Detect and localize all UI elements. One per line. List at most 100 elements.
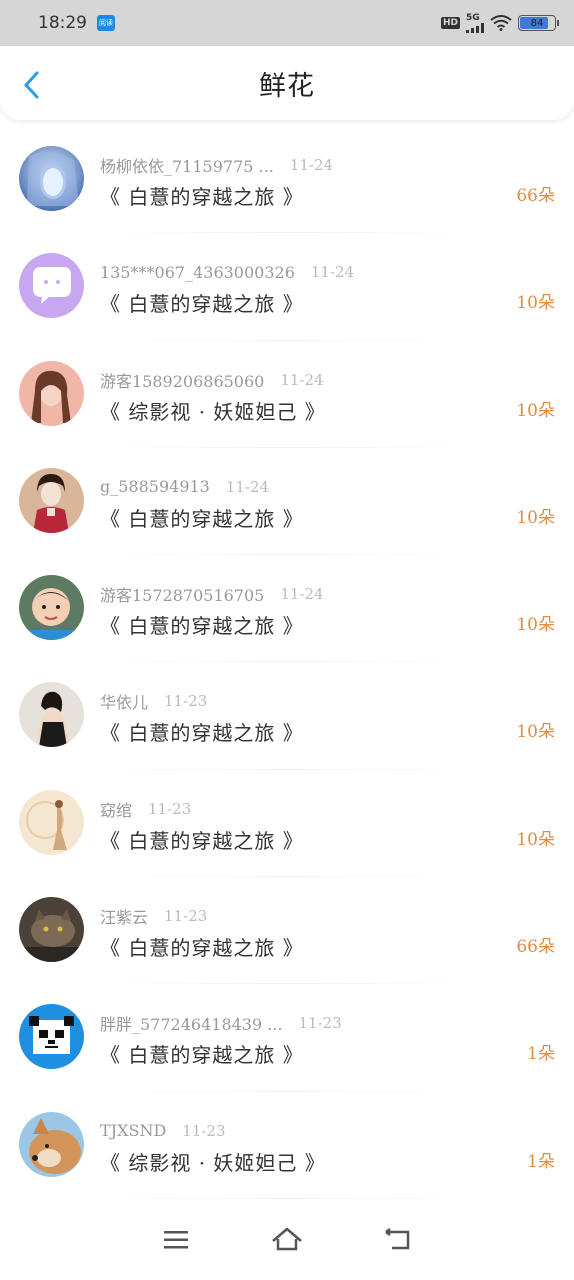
battery-level: 84 (530, 17, 544, 29)
app-notification-icon: 阅读 (97, 15, 115, 31)
back-nav-button[interactable] (380, 1222, 416, 1258)
item-text: g_588594913 11-24 《 白薏的穿越之旅 》 (100, 475, 484, 532)
hd-icon: HD (440, 17, 460, 29)
menu-button[interactable] (158, 1222, 194, 1258)
avatar (19, 789, 84, 855)
avatar (19, 146, 84, 211)
list-item[interactable]: 游客1572870516705 11-24 《 白薏的穿越之旅 》 10朵 (0, 555, 574, 663)
book-title: 《 白薏的穿越之旅 》 (100, 614, 304, 639)
status-bar: 18:29 阅读 HD 5G 84 (0, 0, 574, 46)
book-title: 《 综影视 · 妖姬妲己 》 (100, 399, 326, 424)
username: 杨柳依依_71159775 ... (100, 157, 274, 176)
item-text: 135***067_4363000326 11-24 《 白薏的穿越之旅 》 (100, 260, 484, 317)
header: 鲜花 (0, 46, 574, 120)
gift-date: 11-24 (225, 477, 270, 496)
item-meta: 135***067_4363000326 11-24 (100, 260, 484, 284)
book-title: 《 白薏的穿越之旅 》 (100, 936, 304, 961)
avatar (19, 575, 84, 641)
item-text: 胖胖_577246418439 ... 11-23 《 白薏的穿越之旅 》 (100, 1011, 484, 1068)
list-item[interactable]: g_588594913 11-24 《 白薏的穿越之旅 》 10朵 (0, 448, 574, 556)
flower-count: 10朵 (516, 293, 555, 314)
list-item[interactable]: 杨柳依依_71159775 ... 11-24 《 白薏的穿越之旅 》 66朵 (0, 126, 574, 234)
book-title: 《 综影视 · 妖姬妲己 》 (100, 1150, 326, 1175)
back-arrow-icon (385, 1228, 410, 1250)
list-item[interactable]: 华依儿 11-23 《 白薏的穿越之旅 》 10朵 (0, 662, 574, 770)
home-button[interactable] (269, 1222, 305, 1258)
item-text: 杨柳依依_71159775 ... 11-24 《 白薏的穿越之旅 》 (100, 153, 484, 210)
page-title: 鲜花 (259, 70, 315, 102)
item-meta: 胖胖_577246418439 ... 11-23 (100, 1011, 484, 1035)
divider (100, 1197, 474, 1199)
flower-count: 66朵 (516, 186, 555, 206)
avatar (19, 1111, 84, 1177)
list-item[interactable]: TJXSND 11-23 《 综影视 · 妖姬妲己 》 1朵 (0, 1092, 574, 1199)
item-text: 游客1589206865060 11-24 《 综影视 · 妖姬妲己 》 (100, 368, 484, 425)
menu-icon (163, 1231, 188, 1249)
book-title: 《 白薏的穿越之旅 》 (100, 185, 304, 209)
item-text: TJXSND 11-23 《 综影视 · 妖姬妲己 》 (100, 1119, 484, 1176)
gift-date: 11-23 (298, 1014, 342, 1033)
list-item[interactable]: 窈绾 11-23 《 白薏的穿越之旅 》 10朵 (0, 770, 574, 878)
network-type: 5G (466, 12, 480, 23)
flower-list: 杨柳依依_71159775 ... 11-24 《 白薏的穿越之旅 》 66朵 … (0, 126, 574, 1199)
gift-date: 11-24 (280, 585, 324, 604)
battery-icon: 84 (518, 15, 559, 31)
avatar (19, 682, 84, 748)
list-item[interactable]: 胖胖_577246418439 ... 11-23 《 白薏的穿越之旅 》 1朵 (0, 984, 574, 1092)
avatar (19, 467, 84, 533)
item-meta: g_588594913 11-24 (100, 475, 484, 499)
item-meta: 游客1572870516705 11-24 (100, 582, 484, 606)
book-title: 《 白薏的穿越之旅 》 (100, 292, 304, 317)
username: 胖胖_577246418439 ... (100, 1015, 283, 1035)
item-meta: 杨柳依依_71159775 ... 11-24 (100, 153, 484, 177)
flower-count: 1朵 (527, 1044, 555, 1065)
item-meta: 窈绾 11-23 (100, 797, 484, 821)
gift-date: 11-23 (148, 799, 192, 818)
username: 游客1589206865060 (100, 371, 265, 391)
item-text: 窈绾 11-23 《 白薏的穿越之旅 》 (100, 797, 484, 854)
item-text: 华依儿 11-23 《 白薏的穿越之旅 》 (100, 689, 484, 746)
gift-date: 11-24 (310, 263, 355, 282)
gift-date: 11-23 (164, 907, 208, 926)
item-meta: 汪紫云 11-23 (100, 904, 484, 928)
username: 华依儿 (100, 693, 149, 713)
avatar (19, 360, 84, 426)
list-item[interactable]: 汪紫云 11-23 《 白薏的穿越之旅 》 66朵 (0, 877, 574, 985)
book-title: 《 白薏的穿越之旅 》 (100, 1043, 304, 1068)
flower-count: 10朵 (516, 615, 555, 636)
system-nav-bar (0, 1200, 574, 1280)
username: 游客1572870516705 (100, 586, 265, 606)
username: 汪紫云 (100, 908, 149, 928)
list-item[interactable]: 135***067_4363000326 11-24 《 白薏的穿越之旅 》 1… (0, 233, 574, 341)
book-title: 《 白薏的穿越之旅 》 (100, 506, 304, 531)
flower-count: 10朵 (516, 829, 555, 850)
flower-count: 10朵 (516, 507, 555, 528)
gift-date: 11-24 (280, 370, 324, 389)
avatar (19, 897, 84, 963)
avatar (19, 1004, 84, 1070)
item-meta: 华依儿 11-23 (100, 689, 484, 713)
wifi-icon (490, 15, 512, 31)
avatar (19, 253, 84, 319)
list-item[interactable]: 游客1589206865060 11-24 《 综影视 · 妖姬妲己 》 10朵 (0, 341, 574, 448)
book-title: 《 白薏的穿越之旅 》 (100, 828, 304, 853)
flower-count: 10朵 (516, 400, 555, 421)
gift-date: 11-23 (182, 1121, 226, 1140)
item-text: 汪紫云 11-23 《 白薏的穿越之旅 》 (100, 904, 484, 961)
gift-date: 11-23 (164, 692, 208, 711)
flower-count: 1朵 (527, 1151, 555, 1172)
status-time: 18:29 (38, 13, 87, 33)
book-title: 《 白薏的穿越之旅 》 (100, 721, 304, 746)
home-icon (272, 1227, 302, 1251)
flower-count: 10朵 (516, 722, 555, 743)
gift-date: 11-24 (289, 156, 334, 174)
chevron-left-icon (24, 71, 39, 99)
item-text: 游客1572870516705 11-24 《 白薏的穿越之旅 》 (100, 582, 484, 639)
username: TJXSND (100, 1121, 167, 1141)
flower-count: 66朵 (516, 937, 555, 958)
username: 135***067_4363000326 (100, 262, 295, 282)
item-meta: TJXSND 11-23 (100, 1119, 484, 1143)
signal-icon: 5G (466, 12, 484, 33)
back-button[interactable] (18, 70, 44, 100)
username: 窈绾 (100, 800, 133, 820)
